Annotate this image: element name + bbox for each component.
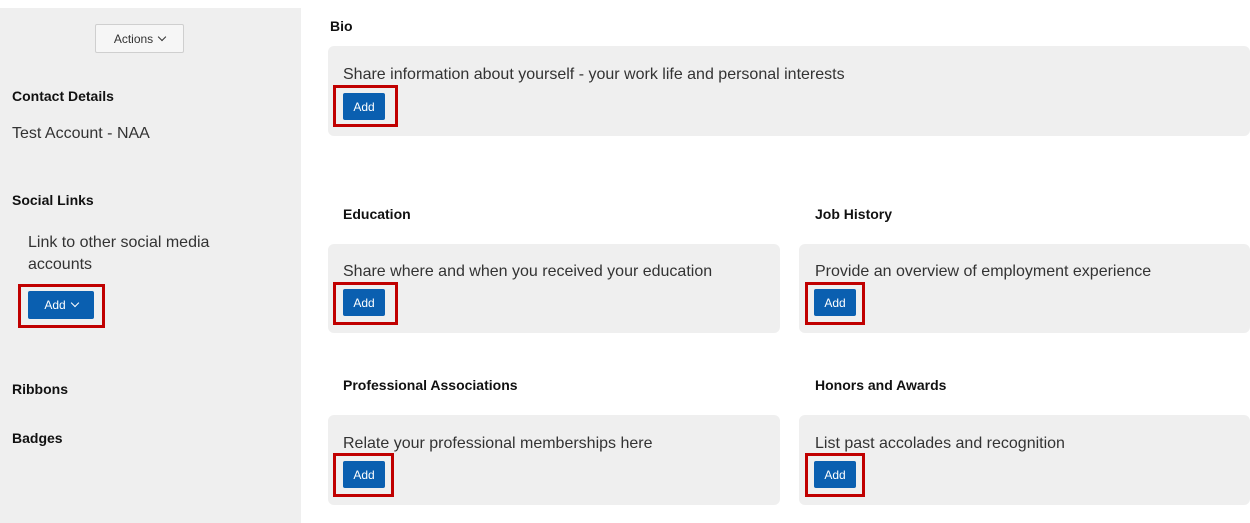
job-history-heading: Job History	[815, 206, 893, 222]
education-add-button[interactable]: Add	[343, 289, 385, 316]
associations-description: Relate your professional memberships her…	[343, 435, 653, 452]
social-links-description: Link to other social media accounts	[28, 234, 210, 273]
job-history-card: Provide an overview of employment experi…	[799, 244, 1250, 333]
bio-description: Share information about yourself - your …	[343, 66, 845, 83]
job-history-add-button[interactable]: Add	[814, 289, 856, 316]
social-links-add-button[interactable]: Add	[28, 291, 94, 319]
associations-card: Relate your professional memberships her…	[328, 415, 780, 505]
honors-heading: Honors and Awards	[815, 377, 947, 393]
chevron-down-icon	[157, 32, 167, 41]
contact-name: Test Account - NAA	[12, 125, 150, 142]
bio-heading: Bio	[330, 18, 353, 34]
associations-add-label: Add	[353, 467, 375, 482]
bio-add-button[interactable]: Add	[343, 93, 385, 120]
bio-add-label: Add	[353, 99, 375, 114]
ribbons-heading: Ribbons	[12, 381, 68, 397]
job-history-description: Provide an overview of employment experi…	[815, 263, 1152, 280]
badges-heading: Badges	[12, 430, 63, 446]
honors-card: List past accolades and recognition	[799, 415, 1250, 505]
social-links-heading: Social Links	[12, 192, 94, 208]
honors-description: List past accolades and recognition	[815, 435, 1065, 452]
contact-details-heading: Contact Details	[12, 88, 114, 104]
associations-add-button[interactable]: Add	[343, 461, 385, 488]
honors-add-label: Add	[824, 467, 846, 482]
education-description: Share where and when you received your e…	[343, 263, 713, 280]
chevron-down-icon	[70, 298, 79, 308]
associations-heading: Professional Associations	[343, 377, 518, 393]
bio-card: Share information about yourself - your …	[328, 46, 1250, 136]
actions-dropdown-button[interactable]: Actions	[95, 24, 184, 53]
education-heading: Education	[343, 206, 411, 222]
social-add-label: Add	[44, 298, 66, 312]
job-history-add-label: Add	[824, 295, 846, 310]
education-add-label: Add	[353, 295, 375, 310]
actions-label: Actions	[113, 31, 154, 46]
honors-add-button[interactable]: Add	[814, 461, 856, 488]
